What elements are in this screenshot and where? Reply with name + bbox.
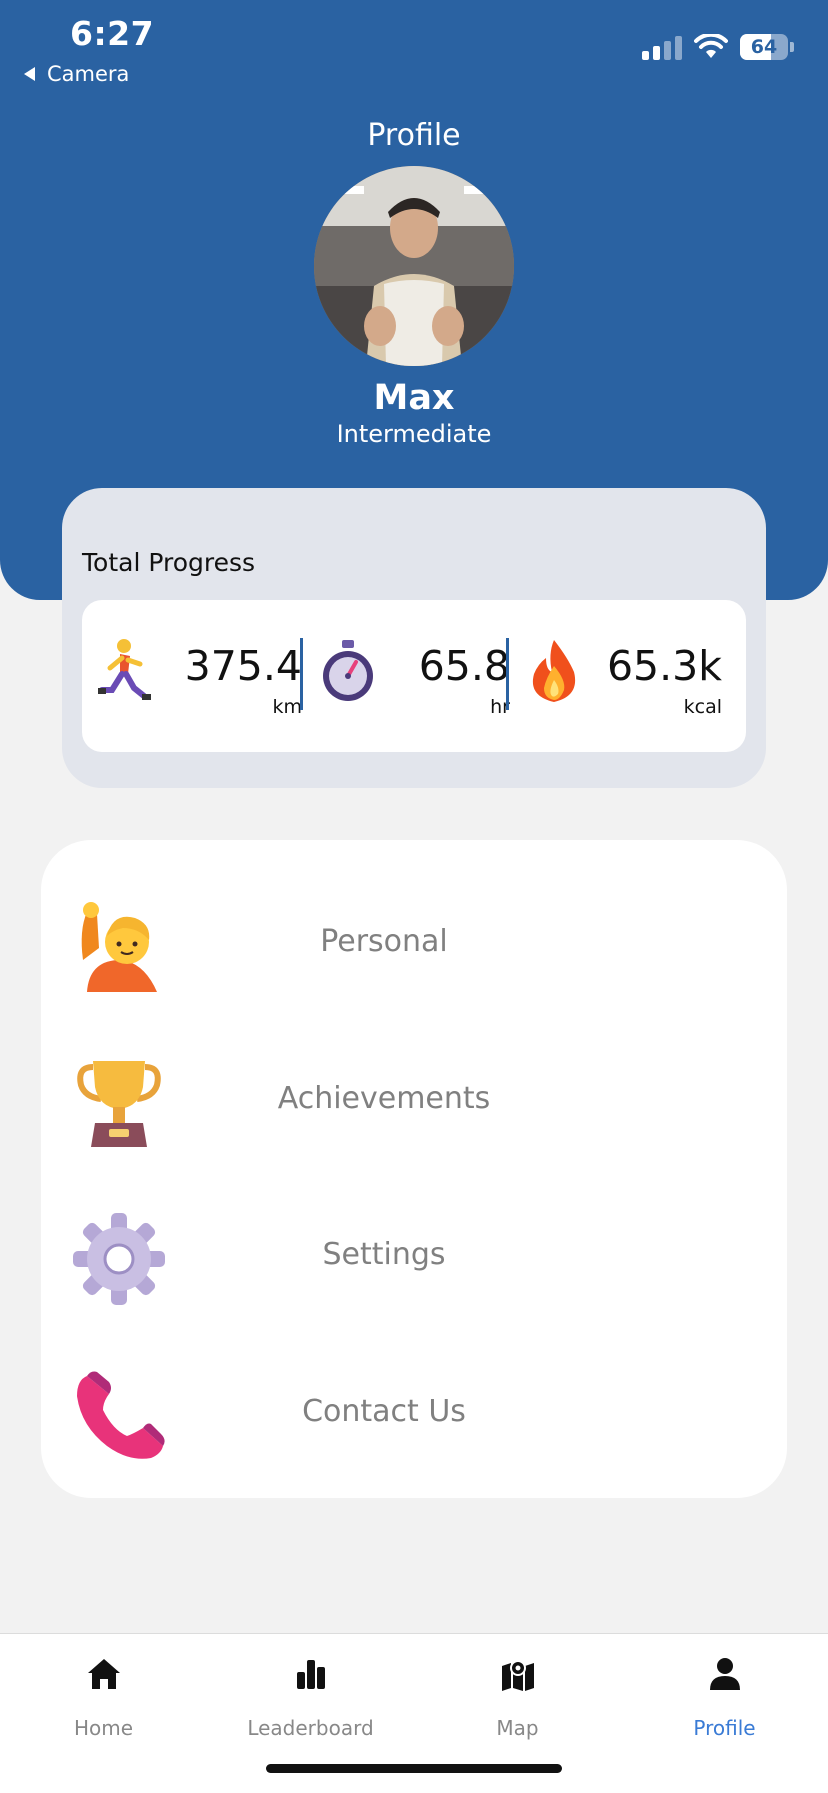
distance-value: 375.4: [184, 642, 302, 690]
battery-icon: 64: [740, 34, 788, 60]
time-stat: 65.8 hr: [318, 600, 510, 752]
stat-divider: [506, 638, 509, 710]
runner-icon: [98, 639, 151, 700]
distance-stat: 375.4 km: [82, 600, 302, 752]
distance-unit: km: [272, 696, 302, 718]
time-unit: hr: [490, 696, 510, 718]
tab-profile[interactable]: Profile: [621, 1634, 828, 1754]
home-icon: [88, 1659, 120, 1689]
menu-label-personal: Personal: [320, 924, 448, 959]
user-level: Intermediate: [336, 420, 492, 448]
wifi-icon: [694, 34, 728, 58]
calories-unit: kcal: [683, 696, 722, 718]
back-arrow-icon: [24, 67, 35, 81]
user-name: Max: [373, 378, 455, 418]
calories-value: 65.3k: [606, 642, 722, 690]
menu-label-settings: Settings: [322, 1237, 446, 1272]
cellular-signal-icon: [642, 34, 682, 60]
menu-item-achievements[interactable]: Achievements: [41, 1037, 787, 1167]
progress-stats: 375.4 km 65.8 hr 65.3k kcal: [82, 600, 746, 752]
progress-title: Total Progress: [82, 548, 256, 577]
menu-label-contact: Contact Us: [302, 1394, 466, 1429]
tab-home[interactable]: Home: [0, 1634, 207, 1754]
tab-label-map: Map: [496, 1716, 539, 1740]
tab-map[interactable]: Map: [414, 1634, 621, 1754]
map-icon: [502, 1660, 534, 1691]
menu-item-personal[interactable]: Personal: [41, 880, 787, 1010]
tab-label-leaderboard: Leaderboard: [247, 1716, 374, 1740]
tab-label-profile: Profile: [693, 1716, 756, 1740]
menu-item-contact[interactable]: Contact Us: [41, 1350, 787, 1480]
profile-photo: [314, 166, 514, 366]
back-label: Camera: [47, 62, 130, 86]
time-value: 65.8: [418, 642, 510, 690]
stopwatch-icon: [323, 640, 373, 701]
page-title: Profile: [367, 118, 461, 153]
tab-leaderboard[interactable]: Leaderboard: [207, 1634, 414, 1754]
person-icon: [710, 1658, 740, 1690]
home-indicator: [266, 1764, 562, 1773]
profile-menu: Personal Achievements Settings Contact U…: [41, 840, 787, 1498]
leaderboard-icon: [297, 1660, 325, 1689]
total-progress-card: Total Progress 375.4 km 65.8 hr 65.3k kc…: [62, 488, 766, 788]
menu-label-achievements: Achievements: [277, 1081, 491, 1116]
battery-level: 64: [750, 36, 778, 58]
back-to-camera-link[interactable]: Camera: [24, 62, 129, 86]
tab-label-home: Home: [73, 1716, 134, 1740]
calories-stat: 65.3k kcal: [524, 600, 722, 752]
status-indicators: 64: [642, 34, 794, 60]
battery-tip: [790, 42, 794, 52]
status-time: 6:27: [70, 14, 155, 53]
menu-item-settings[interactable]: Settings: [41, 1193, 787, 1323]
stat-divider: [300, 638, 303, 710]
fire-icon: [532, 640, 576, 702]
avatar[interactable]: [314, 166, 514, 366]
